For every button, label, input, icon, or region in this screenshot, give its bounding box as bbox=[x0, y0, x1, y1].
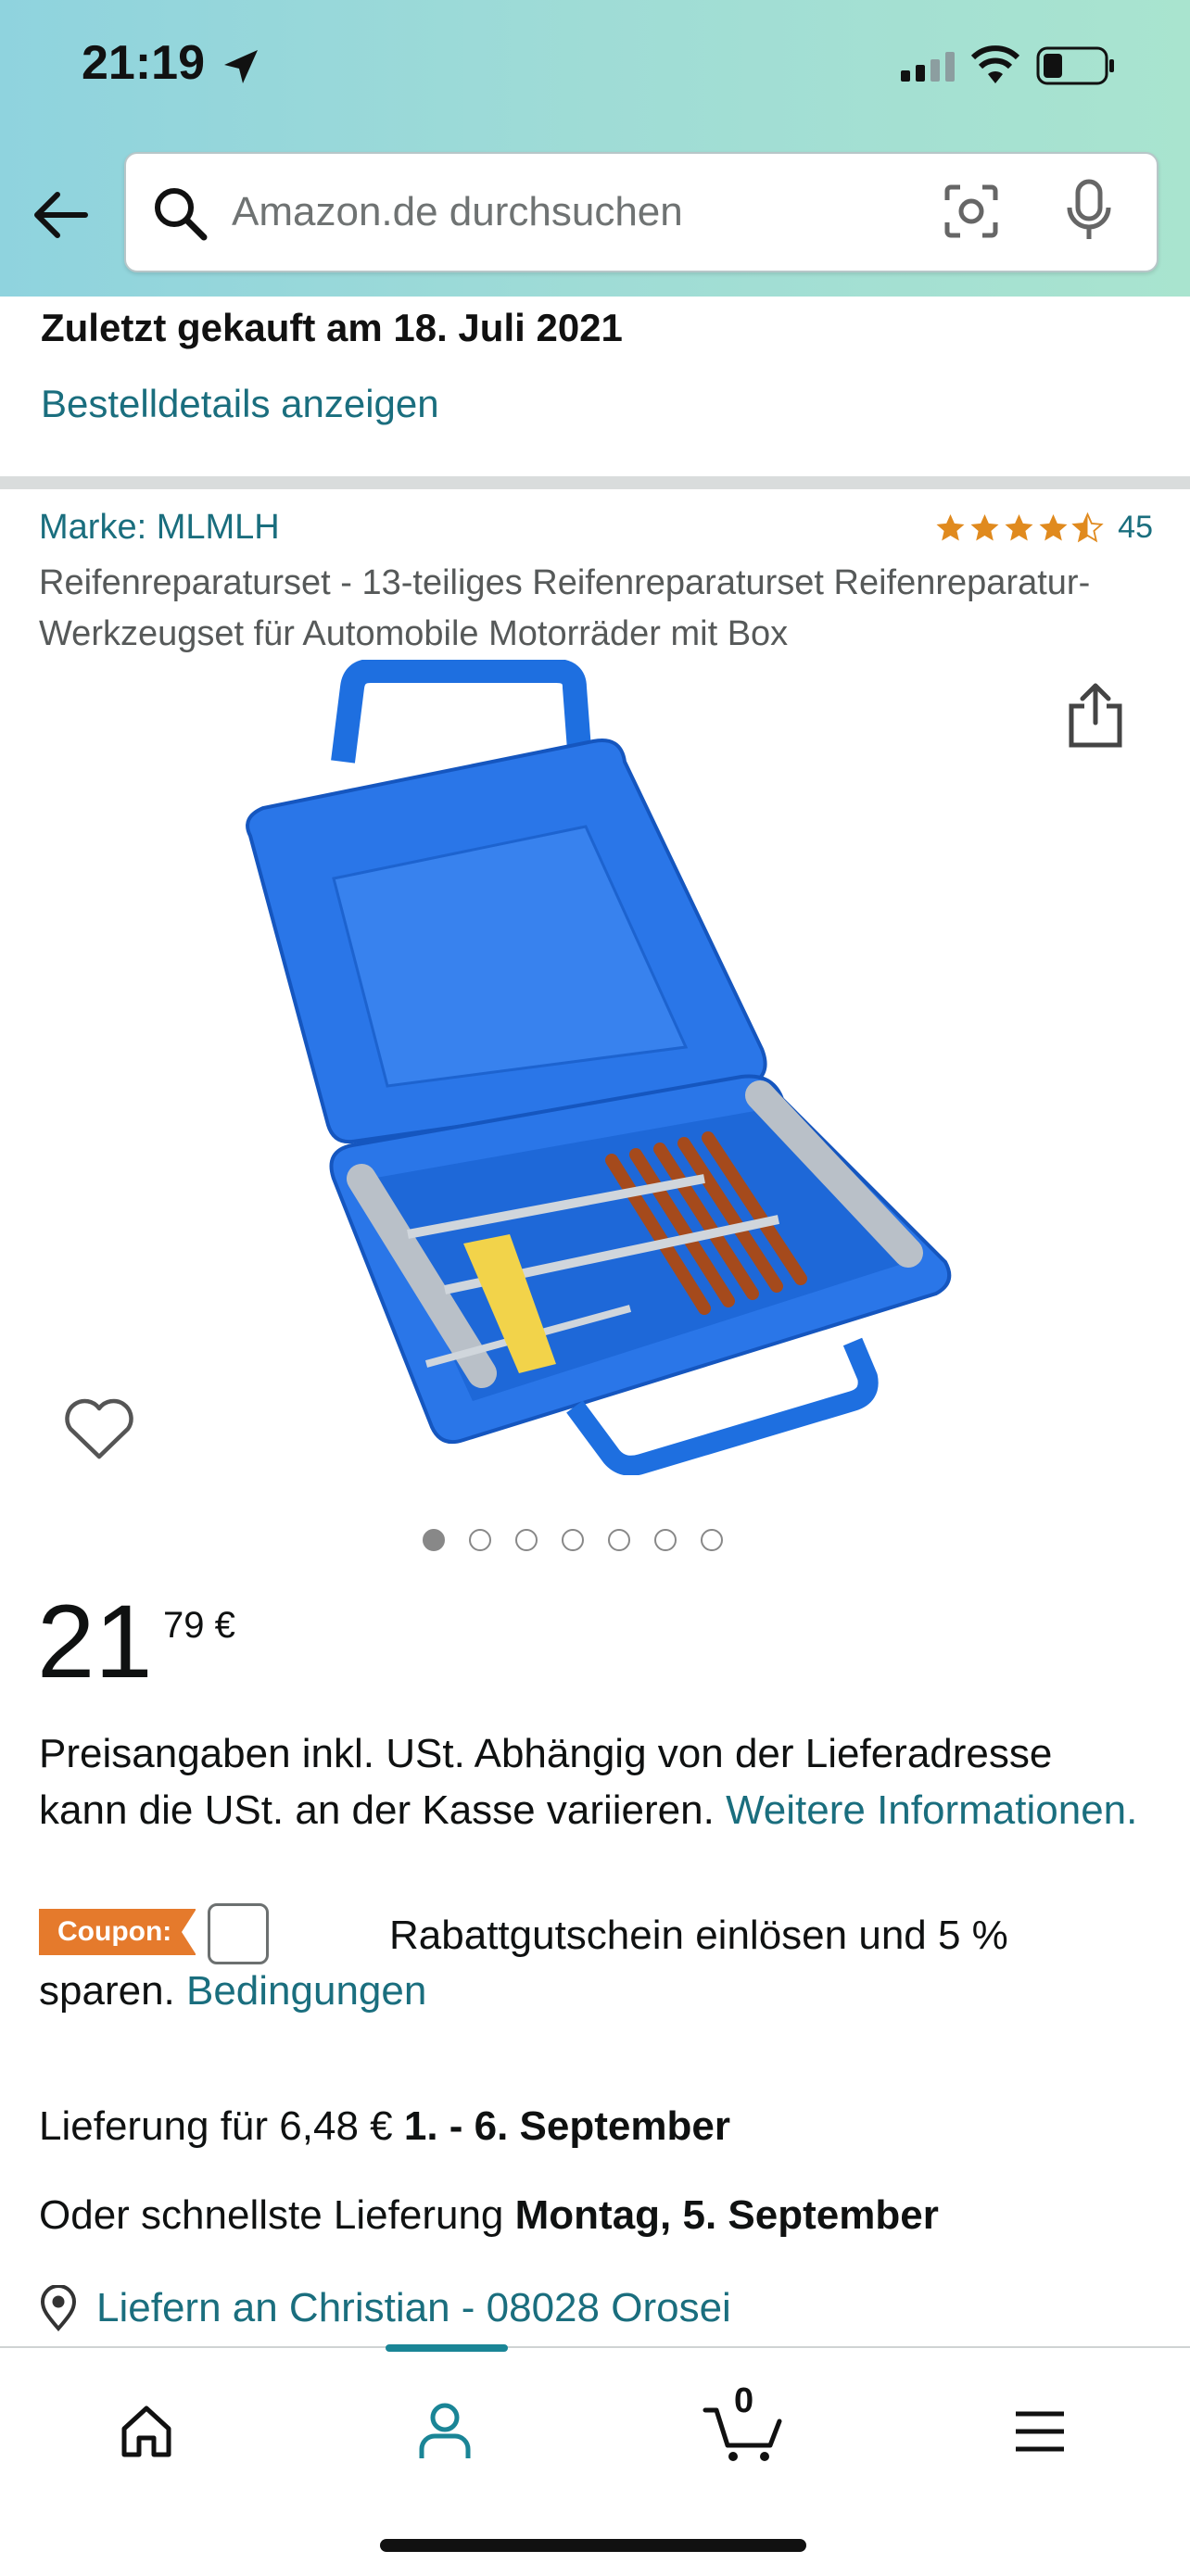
price-fraction: 79 € bbox=[163, 1605, 235, 1646]
location-arrow-icon bbox=[224, 50, 258, 83]
star-half-icon bbox=[1071, 511, 1104, 542]
home-icon bbox=[121, 2406, 171, 2457]
brand-link[interactable]: Marke: MLMLH bbox=[39, 508, 280, 548]
coupon-checkbox[interactable] bbox=[208, 1903, 269, 1964]
order-details-link[interactable]: Bestelldetails anzeigen bbox=[41, 382, 439, 426]
delivery-info: Lieferung für 6,48 € 1. - 6. September bbox=[39, 2103, 730, 2150]
heart-icon[interactable] bbox=[63, 1397, 135, 1462]
carousel-dot[interactable] bbox=[562, 1529, 584, 1551]
carousel-dot[interactable] bbox=[515, 1529, 538, 1551]
coupon-text: Rabattgutschein einlösen und 5 % bbox=[389, 1913, 1008, 1958]
carousel-dot[interactable] bbox=[608, 1529, 630, 1551]
product-title: Reifenreparaturset - 13-teiliges Reifenr… bbox=[39, 563, 1091, 653]
hamburger-menu-icon bbox=[1016, 2411, 1064, 2452]
search-placeholder: Amazon.de durchsuchen bbox=[232, 189, 683, 234]
home-indicator[interactable] bbox=[380, 2539, 806, 2552]
fastest-delivery-info: Oder schnellste Lieferung Montag, 5. Sep… bbox=[39, 2192, 939, 2239]
tab-menu[interactable] bbox=[994, 2385, 1086, 2478]
delivery-cost-text: Lieferung für 6,48 € bbox=[39, 2103, 404, 2149]
more-info-link[interactable]: Weitere Informationen. bbox=[726, 1787, 1137, 1833]
product-image-tire-repair-kit[interactable] bbox=[222, 660, 964, 1475]
share-icon[interactable] bbox=[1066, 680, 1125, 749]
tab-account[interactable] bbox=[399, 2385, 491, 2478]
coupon-text-line2: sparen. bbox=[39, 1968, 186, 2014]
search-input[interactable]: Amazon.de durchsuchen bbox=[124, 152, 1158, 272]
star-full-icon bbox=[1005, 513, 1033, 540]
fastest-delivery-date: Montag, 5. September bbox=[514, 2192, 939, 2238]
review-count[interactable]: 45 bbox=[1118, 510, 1153, 546]
star-full-icon bbox=[1039, 513, 1068, 540]
carousel-dot[interactable] bbox=[469, 1529, 491, 1551]
carousel-dot[interactable] bbox=[423, 1529, 445, 1551]
carousel-dot[interactable] bbox=[654, 1529, 677, 1551]
cellular-signal-icon bbox=[901, 52, 955, 82]
back-arrow-icon[interactable] bbox=[28, 182, 95, 248]
coupon-text-continued: sparen. Bedingungen bbox=[39, 1968, 426, 2014]
delivery-date: 1. - 6. September bbox=[403, 2103, 730, 2149]
star-rating bbox=[933, 511, 1105, 545]
image-carousel-dots bbox=[423, 1529, 723, 1551]
deliver-to-link[interactable]: Liefern an Christian - 08028 Orosei bbox=[37, 2285, 731, 2331]
star-full-icon bbox=[936, 513, 965, 540]
star-full-icon bbox=[970, 513, 999, 540]
vat-info: Preisangaben inkl. USt. Abhängig von der… bbox=[39, 1725, 1151, 1838]
active-tab-indicator bbox=[386, 2344, 508, 2352]
search-icon bbox=[155, 188, 208, 241]
coupon-badge: Coupon: bbox=[39, 1909, 197, 1956]
tab-cart[interactable]: 0 bbox=[697, 2381, 790, 2478]
status-time: 21:19 bbox=[82, 36, 205, 90]
wifi-icon bbox=[970, 45, 1020, 83]
header: 21:19 Amazon.de durchsuchen bbox=[0, 0, 1190, 297]
deliver-to-text[interactable]: Liefern an Christian - 08028 Orosei bbox=[96, 2285, 731, 2331]
fastest-delivery-text: Oder schnellste Lieferung bbox=[39, 2192, 515, 2238]
price-whole: 21 bbox=[37, 1584, 153, 1699]
camera-scan-icon[interactable] bbox=[942, 182, 1001, 241]
last-purchased-text: Zuletzt gekauft am 18. Juli 2021 bbox=[41, 306, 623, 349]
section-divider bbox=[0, 476, 1190, 489]
battery-icon bbox=[1036, 46, 1114, 85]
microphone-icon[interactable] bbox=[1062, 178, 1116, 245]
rating[interactable]: 45 bbox=[933, 510, 1153, 546]
cart-count-badge: 0 bbox=[734, 2381, 754, 2420]
location-pin-icon bbox=[40, 2285, 77, 2331]
account-icon bbox=[419, 2403, 471, 2458]
tab-home[interactable] bbox=[100, 2385, 193, 2478]
coupon-conditions-link[interactable]: Bedingungen bbox=[186, 1968, 426, 2014]
carousel-dot[interactable] bbox=[701, 1529, 723, 1551]
